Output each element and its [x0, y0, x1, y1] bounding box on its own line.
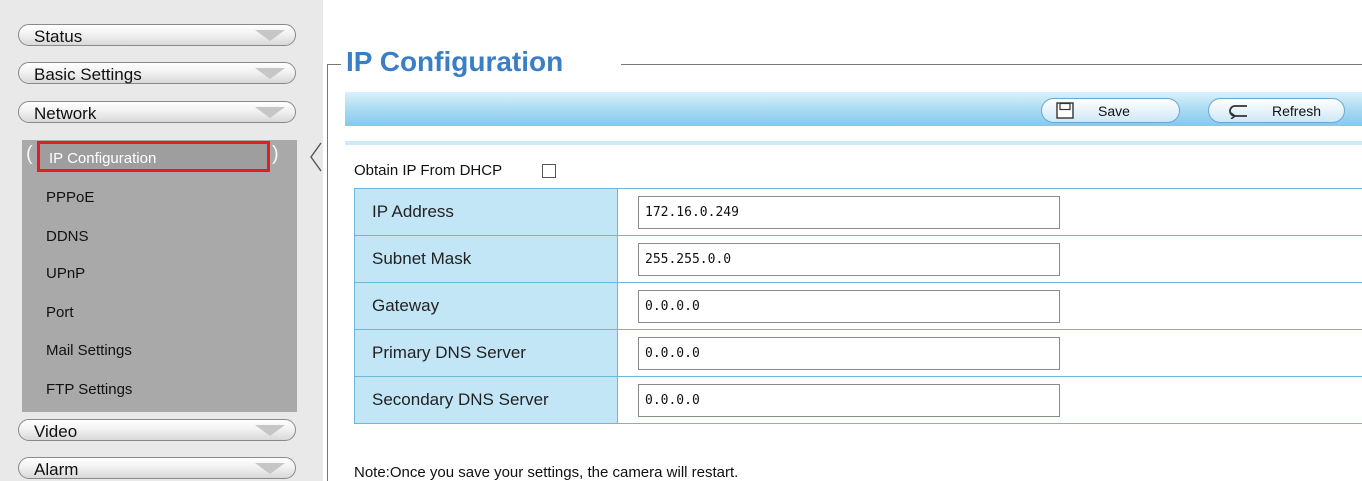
frame-border	[621, 64, 1362, 65]
menu-network[interactable]: Network	[18, 101, 296, 123]
gateway-input[interactable]	[638, 290, 1060, 323]
submenu-bracket-left: (	[26, 143, 33, 165]
menu-basic-settings[interactable]: Basic Settings	[18, 62, 296, 84]
toolbar-divider	[345, 141, 1362, 145]
restart-note: Note:Once you save your settings, the ca…	[354, 464, 739, 481]
submenu-item-mail-settings[interactable]: Mail Settings	[46, 342, 132, 359]
label-cell: Subnet Mask	[355, 236, 618, 282]
menu-label: Basic Settings	[34, 65, 142, 84]
ip-config-table: IP Address Subnet Mask Gateway Primary D…	[354, 188, 1362, 424]
submenu-item-label: IP Configuration	[49, 150, 157, 167]
page-title: IP Configuration	[346, 46, 564, 77]
table-row: Primary DNS Server	[355, 330, 1362, 377]
menu-label: Alarm	[34, 460, 79, 479]
field-label: IP Address	[372, 202, 454, 221]
menu-alarm[interactable]: Alarm	[18, 457, 296, 479]
field-label: Primary DNS Server	[372, 343, 526, 362]
primary-dns-input[interactable]	[638, 337, 1060, 370]
frame-border	[327, 64, 328, 481]
chevron-down-icon	[255, 68, 285, 79]
submenu-bracket-right: )	[272, 143, 279, 165]
menu-label: Status	[34, 27, 83, 46]
dhcp-label: Obtain IP From DHCP	[354, 162, 503, 179]
refresh-arrow-icon	[1229, 105, 1247, 119]
ip-address-input[interactable]	[638, 196, 1060, 229]
label-cell: Primary DNS Server	[355, 330, 618, 376]
chevron-down-icon	[255, 30, 285, 41]
chevron-down-icon	[255, 425, 285, 436]
table-row: IP Address	[355, 189, 1362, 236]
menu-video[interactable]: Video	[18, 419, 296, 441]
menu-label: Video	[34, 422, 78, 441]
field-label: Subnet Mask	[372, 249, 472, 268]
table-row: Subnet Mask	[355, 236, 1362, 283]
frame-border	[327, 64, 341, 65]
table-row: Secondary DNS Server	[355, 377, 1362, 424]
menu-label: Network	[34, 104, 97, 123]
submenu-item-upnp[interactable]: UPnP	[46, 265, 85, 282]
save-label: Save	[1098, 103, 1130, 119]
chevron-down-icon	[255, 463, 285, 474]
floppy-disk-icon	[1056, 102, 1074, 119]
menu-status[interactable]: Status	[18, 24, 296, 46]
chevron-down-icon	[255, 107, 285, 118]
submenu-item-ftp-settings[interactable]: FTP Settings	[46, 381, 132, 398]
label-cell: Secondary DNS Server	[355, 377, 618, 423]
field-label: Gateway	[372, 296, 440, 315]
save-button[interactable]: Save	[1041, 98, 1180, 123]
chevron-left-icon[interactable]	[309, 142, 323, 172]
secondary-dns-input[interactable]	[638, 384, 1060, 417]
label-cell: IP Address	[355, 189, 618, 235]
label-cell: Gateway	[355, 283, 618, 329]
refresh-button[interactable]: Refresh	[1208, 98, 1345, 123]
submenu-item-ip-configuration[interactable]: IP Configuration	[37, 141, 270, 172]
table-row: Gateway	[355, 283, 1362, 330]
dhcp-checkbox[interactable]	[542, 164, 556, 178]
subnet-mask-input[interactable]	[638, 243, 1060, 276]
submenu-item-pppoe[interactable]: PPPoE	[46, 189, 94, 206]
refresh-label: Refresh	[1272, 103, 1322, 119]
submenu-item-ddns[interactable]: DDNS	[46, 228, 89, 245]
field-label: Secondary DNS Server	[372, 390, 549, 409]
sidebar: Status Basic Settings Network ( IP Confi…	[0, 0, 323, 481]
submenu-item-port[interactable]: Port	[46, 304, 74, 321]
